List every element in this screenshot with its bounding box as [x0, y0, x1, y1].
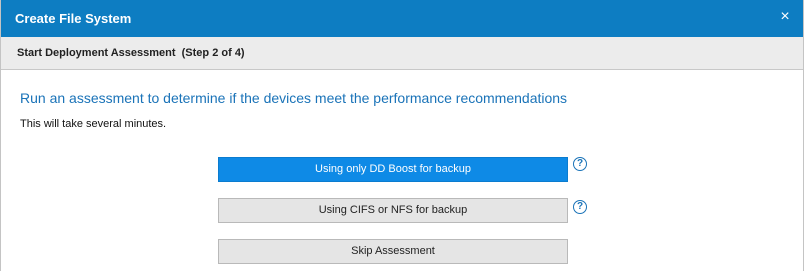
create-file-system-dialog: Create File System × Start Deployment As… [0, 0, 804, 271]
help-icon[interactable]: ? [573, 157, 587, 171]
cifs-nfs-backup-button[interactable]: Using CIFS or NFS for backup [218, 198, 568, 223]
dialog-title: Create File System [15, 11, 132, 26]
step-header: Start Deployment Assessment (Step 2 of 4… [1, 37, 803, 70]
close-icon[interactable]: × [777, 8, 793, 26]
assessment-subtext: This will take several minutes. [20, 118, 167, 130]
dd-boost-backup-button[interactable]: Using only DD Boost for backup [218, 157, 568, 182]
help-icon[interactable]: ? [573, 200, 587, 214]
step-label: Start Deployment Assessment (Step 2 of 4… [17, 47, 245, 59]
skip-assessment-button[interactable]: Skip Assessment [218, 239, 568, 264]
dialog-titlebar: Create File System × [1, 0, 803, 37]
assessment-heading: Run an assessment to determine if the de… [20, 90, 568, 106]
